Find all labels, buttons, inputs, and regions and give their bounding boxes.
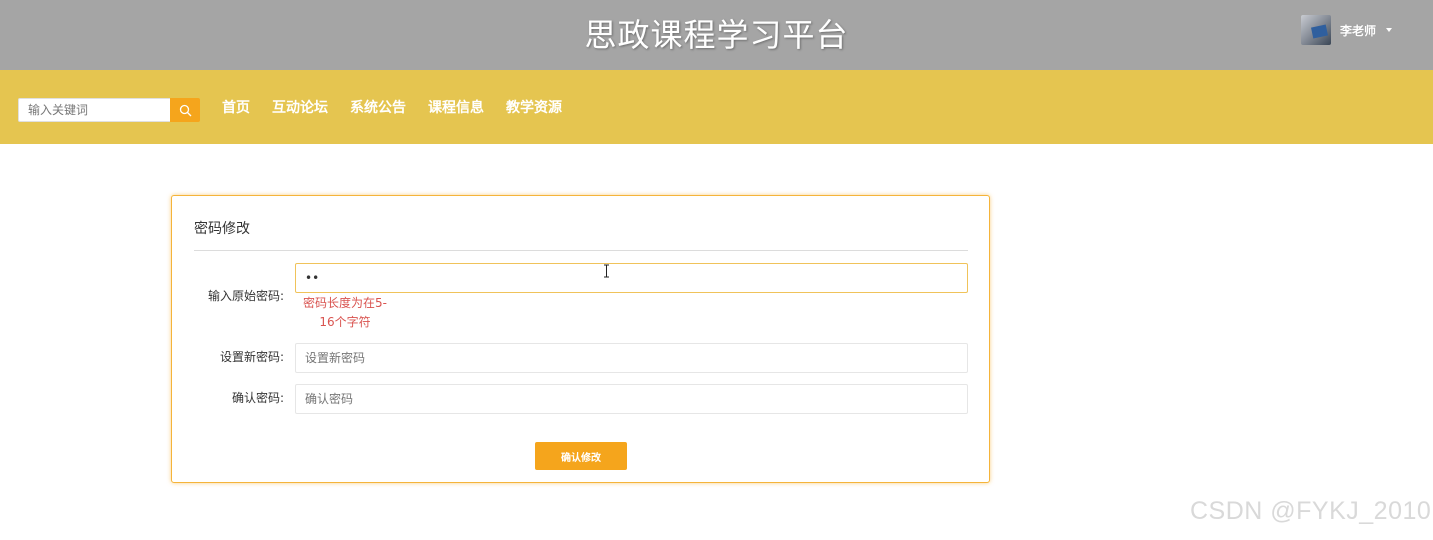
- search-icon: [179, 104, 191, 116]
- search-input[interactable]: [18, 98, 170, 122]
- top-header: 思政课程学习平台 李老师: [0, 0, 1433, 70]
- search-button[interactable]: [170, 98, 200, 122]
- confirm-change-button[interactable]: 确认修改: [535, 442, 627, 470]
- password-error-message: 密码长度为在5-16个字符: [303, 296, 387, 329]
- old-password-input[interactable]: [295, 263, 968, 293]
- nav-item-resources[interactable]: 教学资源: [506, 97, 562, 119]
- nav-item-courses[interactable]: 课程信息: [428, 97, 484, 119]
- nav-item-home[interactable]: 首页: [222, 97, 250, 119]
- password-change-panel: 密码修改 输入原始密码: 密码长度为在5-16个字符 设置新密码: 确认密码: …: [171, 195, 990, 483]
- search-box: [18, 98, 200, 122]
- nav-menu: 首页 互动论坛 系统公告 课程信息 教学资源: [222, 97, 562, 119]
- new-password-input[interactable]: [295, 343, 968, 373]
- nav-item-forum[interactable]: 互动论坛: [272, 97, 328, 119]
- caret-down-icon[interactable]: [1386, 28, 1393, 32]
- main-navbar: 首页 互动论坛 系统公告 课程信息 教学资源: [0, 70, 1433, 144]
- text-cursor-icon: [604, 264, 609, 278]
- confirm-password-label: 确认密码:: [231, 391, 284, 405]
- panel-title: 密码修改: [194, 221, 250, 237]
- user-name[interactable]: 李老师: [1340, 22, 1376, 39]
- old-password-label: 输入原始密码:: [207, 289, 284, 303]
- new-password-label: 设置新密码:: [219, 350, 284, 364]
- site-title: 思政课程学习平台: [584, 16, 849, 54]
- nav-item-announcements[interactable]: 系统公告: [350, 97, 406, 119]
- panel-divider: [194, 250, 968, 251]
- user-menu[interactable]: 李老师: [1301, 14, 1393, 46]
- avatar[interactable]: [1301, 15, 1331, 45]
- watermark: CSDN @FYKJ_2010: [1190, 497, 1432, 525]
- confirm-password-input[interactable]: [295, 384, 968, 414]
